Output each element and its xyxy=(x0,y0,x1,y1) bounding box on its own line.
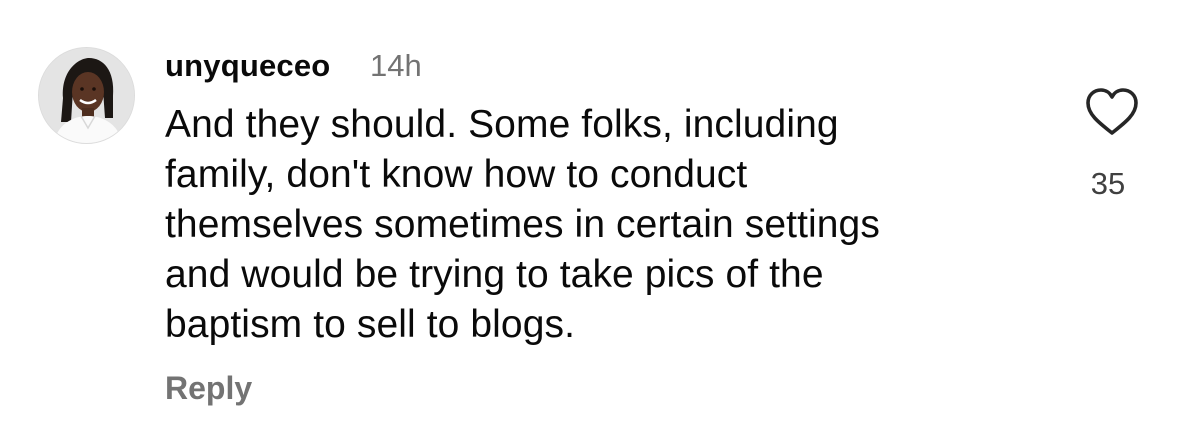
like-count: 35 xyxy=(1090,166,1126,201)
comment-username[interactable]: unyqueceo xyxy=(165,48,330,84)
comment-text: And they should. Some folks, including f… xyxy=(165,100,1025,350)
comment-text-line: family, don't know how to conduct xyxy=(165,153,748,196)
comment-timestamp: 14h xyxy=(370,48,422,83)
comment-text-line: And they should. Some folks, including xyxy=(165,103,839,146)
comment-item: unyqueceo 14h And they should. Some folk… xyxy=(0,0,1200,431)
avatar-image xyxy=(39,48,134,143)
comment-text-line: and would be trying to take pics of the xyxy=(165,253,824,296)
comment-text-line: baptism to sell to blogs. xyxy=(165,303,576,346)
comment-text-line: themselves sometimes in certain settings xyxy=(165,203,880,246)
reply-button[interactable]: Reply xyxy=(165,370,252,407)
like-button[interactable] xyxy=(1084,86,1140,138)
heart-outline-icon xyxy=(1086,88,1138,135)
avatar[interactable] xyxy=(38,47,135,144)
